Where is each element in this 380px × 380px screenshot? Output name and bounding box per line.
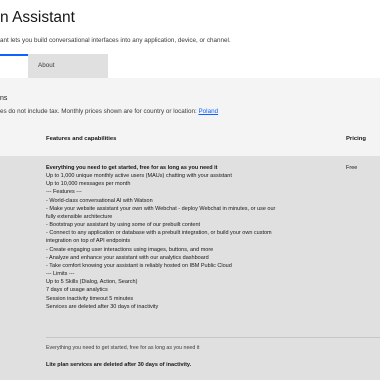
plans-heading: ns — [0, 95, 8, 102]
tab-strip: About — [0, 54, 108, 78]
feature-line: Everything you need to get started, free… — [46, 165, 218, 171]
column-header-pricing: Pricing — [346, 136, 366, 142]
feature-line: - Create engaging user interactions usin… — [46, 246, 214, 253]
plans-panel: ns es do not include tax. Monthly prices… — [0, 78, 380, 380]
pricing-table: Features and capabilities Pricing Everyt… — [0, 126, 380, 380]
page-title: n Assistant — [0, 9, 75, 26]
feature-line: Services are deleted after 30 days of in… — [46, 303, 159, 310]
feature-line: Up to 10,000 messages per month — [46, 181, 131, 188]
price-cell: Free — [346, 165, 358, 171]
divider — [46, 337, 380, 338]
feature-line: - World-class conversational AI with Wat… — [46, 197, 153, 204]
feature-line: - Connect to any application or database… — [46, 230, 272, 237]
page-description: ant lets you build conversational interf… — [0, 37, 231, 44]
feature-line: - Make your website assistant your own w… — [46, 205, 276, 212]
feature-line: --- Features --- — [46, 189, 82, 196]
feature-line: - Analyze and enhance your assistant wit… — [46, 254, 209, 261]
plan-footnote: Everything you need to get started, free… — [46, 345, 200, 351]
tab-about[interactable]: About — [28, 54, 108, 78]
tab-plans[interactable] — [0, 54, 28, 78]
feature-line: integration on top of API endpoints — [46, 238, 131, 245]
feature-line: Up to 5 Skills (Dialog, Action, Search) — [46, 279, 138, 286]
feature-line: Up to 1,000 unique monthly active users … — [46, 173, 232, 180]
table-row: Everything you need to get started, free… — [0, 157, 380, 380]
plans-note-text: es do not include tax. Monthly prices sh… — [0, 108, 199, 115]
feature-line: - Take comfort knowing your assistant is… — [46, 262, 232, 269]
features-list: Everything you need to get started, free… — [46, 164, 332, 311]
location-link[interactable]: Poland — [198, 108, 218, 115]
feature-line: Session inactivity timeout 5 minutes — [46, 295, 134, 302]
plans-note: es do not include tax. Monthly prices sh… — [0, 108, 218, 115]
plan-deletion-note: Lite plan services are deleted after 30 … — [46, 362, 192, 368]
feature-line: 7 days of usage analytics — [46, 287, 108, 294]
column-header-features: Features and capabilities — [46, 136, 117, 142]
feature-line: --- Limits --- — [46, 271, 75, 278]
table-header: Features and capabilities Pricing — [0, 126, 380, 157]
feature-line: - Bootstrap your assistant by using some… — [46, 222, 201, 229]
feature-line: fully extensible architecture — [46, 213, 113, 220]
